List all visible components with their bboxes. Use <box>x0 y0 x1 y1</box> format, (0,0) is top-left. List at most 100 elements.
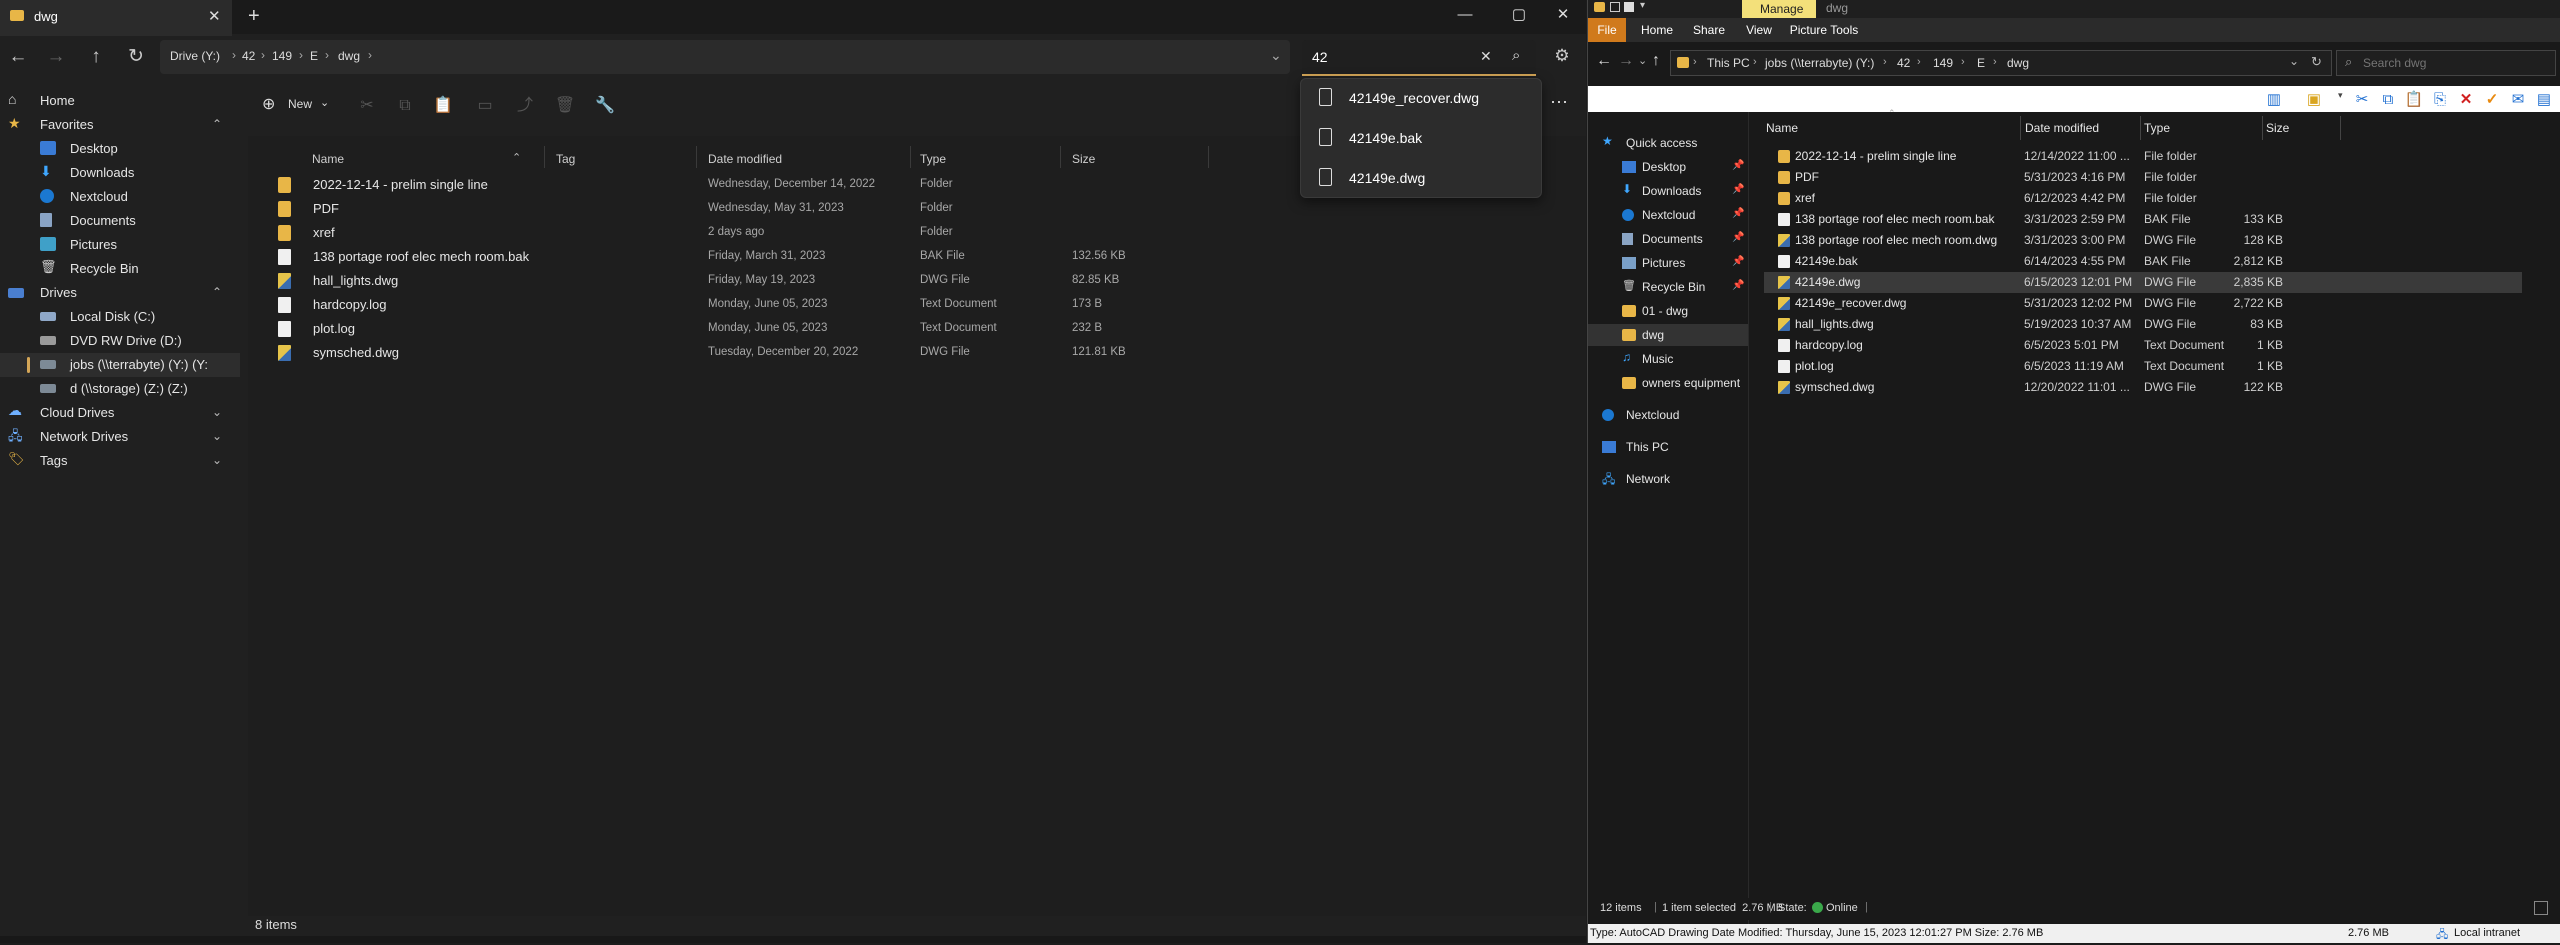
sidebar-item-downloads[interactable]: ⬇ Downloads 📌 <box>1588 180 1748 202</box>
more-tools-icon[interactable]: ▤ <box>2534 90 2554 110</box>
refresh-icon[interactable]: ↻ <box>2311 54 2322 70</box>
column-header-size[interactable]: Size <box>2266 121 2289 135</box>
list-item[interactable]: PDF Wednesday, May 31, 2023 Folder <box>258 197 1208 221</box>
back-arrow-icon[interactable]: ← <box>1596 52 1612 70</box>
up-arrow-icon[interactable]: ↑ <box>80 41 112 73</box>
column-header-date[interactable]: Date modified <box>708 152 782 166</box>
preview-pane-icon[interactable]: ▥ <box>2264 90 2284 110</box>
share-icon[interactable]: ⤴ <box>512 93 538 119</box>
column-header-date[interactable]: Date modified <box>2025 121 2099 135</box>
forward-arrow-icon[interactable]: → <box>1618 52 1634 70</box>
sidebar-favorites[interactable]: ★ Favorites ⌃ <box>0 113 240 137</box>
sidebar-item-recycle-bin[interactable]: 🗑 Recycle Bin <box>0 257 240 281</box>
address-bar[interactable]: › This PC › jobs (\\terrabyte) (Y:) › 42… <box>1670 50 2332 76</box>
table-row[interactable]: 42149e.bak 6/14/2023 4:55 PM BAK File 2,… <box>1764 251 2522 272</box>
details-view-icon[interactable] <box>2534 901 2548 915</box>
cut-icon[interactable]: ✂ <box>354 93 380 119</box>
column-header-tag[interactable]: Tag <box>556 152 575 166</box>
checkmark-icon[interactable]: ✓ <box>2482 90 2502 110</box>
table-row[interactable]: 2022-12-14 - prelim single line 12/14/20… <box>1764 146 2522 167</box>
tab-close-icon[interactable]: ✕ <box>208 7 221 25</box>
sidebar-item-owners-equipment[interactable]: owners equipment <box>1588 372 1748 394</box>
column-header-size[interactable]: Size <box>1072 152 1095 166</box>
sidebar-item-pictures[interactable]: Pictures <box>0 233 240 257</box>
breadcrumb-149[interactable]: 149 <box>1933 56 1953 70</box>
column-divider[interactable] <box>2140 116 2141 140</box>
paste-icon[interactable]: 📋 <box>430 93 456 119</box>
tab-file[interactable]: File <box>1588 18 1626 42</box>
column-divider[interactable] <box>696 146 697 168</box>
table-row[interactable]: 138 portage roof elec mech room.bak 3/31… <box>1764 209 2522 230</box>
chevron-down-icon[interactable]: ⌄ <box>212 405 222 419</box>
new-button[interactable]: New <box>288 97 312 111</box>
table-row[interactable]: hardcopy.log 6/5/2023 5:01 PM Text Docum… <box>1764 335 2522 356</box>
sidebar-item-documents[interactable]: Documents <box>0 209 240 233</box>
sidebar-item-nextcloud[interactable]: Nextcloud 📌 <box>1588 204 1748 226</box>
table-row[interactable]: hall_lights.dwg 5/19/2023 10:37 AM DWG F… <box>1764 314 2522 335</box>
sidebar-item-nextcloud[interactable]: Nextcloud <box>0 185 240 209</box>
table-row[interactable]: 138 portage roof elec mech room.dwg 3/31… <box>1764 230 2522 251</box>
pin-icon[interactable]: 📌 <box>1732 256 1744 267</box>
table-row[interactable]: xref 6/12/2023 4:42 PM File folder <box>1764 188 2522 209</box>
chevron-up-icon[interactable]: ⌃ <box>212 117 222 131</box>
table-row[interactable]: PDF 5/31/2023 4:16 PM File folder <box>1764 167 2522 188</box>
recent-locations-icon[interactable]: ⌄ <box>1638 54 1647 67</box>
email-icon[interactable]: ✉ <box>2508 90 2528 110</box>
search-box[interactable]: ⌕ <box>2336 50 2556 76</box>
new-tab-button[interactable]: + <box>248 5 260 28</box>
pin-icon[interactable]: 📌 <box>1732 184 1744 195</box>
chevron-down-icon[interactable]: ⌄ <box>1270 47 1282 64</box>
column-header-type[interactable]: Type <box>920 152 946 166</box>
table-row-selected[interactable]: 42149e.dwg 6/15/2023 12:01 PM DWG File 2… <box>1764 272 2522 293</box>
sidebar-network-drives[interactable]: 🖧 Network Drives ⌄ <box>0 425 240 449</box>
close-window-button[interactable]: ✕ <box>1540 0 1586 34</box>
column-divider[interactable] <box>910 146 911 168</box>
suggestion-item[interactable]: 42149e_recover.dwg <box>1301 80 1541 116</box>
search-icon[interactable]: ⌕ <box>1512 47 1520 64</box>
plus-icon[interactable]: ⊕ <box>262 94 275 114</box>
copy-to-icon[interactable]: ⎘ <box>2430 90 2450 110</box>
pin-icon[interactable]: 📌 <box>1732 232 1744 243</box>
sidebar-item-jobs-drive[interactable]: jobs (\\terrabyte) (Y:) (Y: <box>0 353 240 377</box>
list-item[interactable]: 2022-12-14 - prelim single line Wednesda… <box>258 173 1208 197</box>
sidebar-cloud-drives[interactable]: ☁ Cloud Drives ⌄ <box>0 401 240 425</box>
column-divider[interactable] <box>1208 146 1209 168</box>
search-input[interactable] <box>2361 54 2545 72</box>
gear-icon[interactable]: ⚙ <box>1546 40 1578 72</box>
list-item[interactable]: plot.log Monday, June 05, 2023 Text Docu… <box>258 317 1208 341</box>
breadcrumb-dwg[interactable]: dwg <box>338 49 360 63</box>
tab-dwg[interactable]: dwg ✕ <box>0 0 232 36</box>
sidebar-item-desktop[interactable]: Desktop <box>0 137 240 161</box>
minimize-button[interactable]: — <box>1442 0 1488 34</box>
clear-search-icon[interactable]: ✕ <box>1480 48 1492 65</box>
rename-icon[interactable]: ▭ <box>472 93 498 119</box>
suggestion-item[interactable]: 42149e.dwg <box>1301 160 1541 196</box>
address-bar[interactable]: Drive (Y:) › 42 › 149 › E › dwg › ⌄ <box>160 40 1290 74</box>
breadcrumb-drive[interactable]: Drive (Y:) <box>170 49 220 63</box>
sidebar-tags[interactable]: 🏷 Tags ⌄ <box>0 449 240 473</box>
breadcrumb-e[interactable]: E <box>310 49 318 63</box>
new-folder-icon[interactable]: ▣ <box>2304 90 2324 110</box>
list-item[interactable]: hardcopy.log Monday, June 05, 2023 Text … <box>258 293 1208 317</box>
customize-dropdown-icon[interactable]: ▾ <box>1640 0 1645 11</box>
table-row[interactable]: 42149e_recover.dwg 5/31/2023 12:02 PM DW… <box>1764 293 2522 314</box>
pin-icon[interactable]: 📌 <box>1732 208 1744 219</box>
chevron-down-icon[interactable]: ⌄ <box>212 429 222 443</box>
sidebar-item-desktop[interactable]: Desktop 📌 <box>1588 156 1748 178</box>
column-header-type[interactable]: Type <box>2144 121 2170 135</box>
breadcrumb-dwg[interactable]: dwg <box>2007 56 2029 70</box>
breadcrumb-this-pc[interactable]: This PC <box>1707 56 1750 70</box>
column-divider[interactable] <box>1060 146 1061 168</box>
breadcrumb-jobs[interactable]: jobs (\\terrabyte) (Y:) <box>1765 56 1874 70</box>
sidebar-nextcloud[interactable]: Nextcloud <box>1588 404 1748 426</box>
list-item[interactable]: hall_lights.dwg Friday, May 19, 2023 DWG… <box>258 269 1208 293</box>
table-row[interactable]: plot.log 6/5/2023 11:19 AM Text Document… <box>1764 356 2522 377</box>
refresh-icon[interactable]: ↻ <box>120 41 152 73</box>
delete-icon[interactable]: 🗑 <box>552 93 578 119</box>
tab-picture-tools[interactable]: Picture Tools <box>1784 18 1864 42</box>
sidebar-item-dwg[interactable]: dwg <box>1588 324 1748 346</box>
tab-share[interactable]: Share <box>1684 18 1734 42</box>
maximize-button[interactable]: ▢ <box>1496 0 1542 34</box>
breadcrumb-42[interactable]: 42 <box>242 49 255 63</box>
sidebar-item-downloads[interactable]: ⬇ Downloads <box>0 161 240 185</box>
